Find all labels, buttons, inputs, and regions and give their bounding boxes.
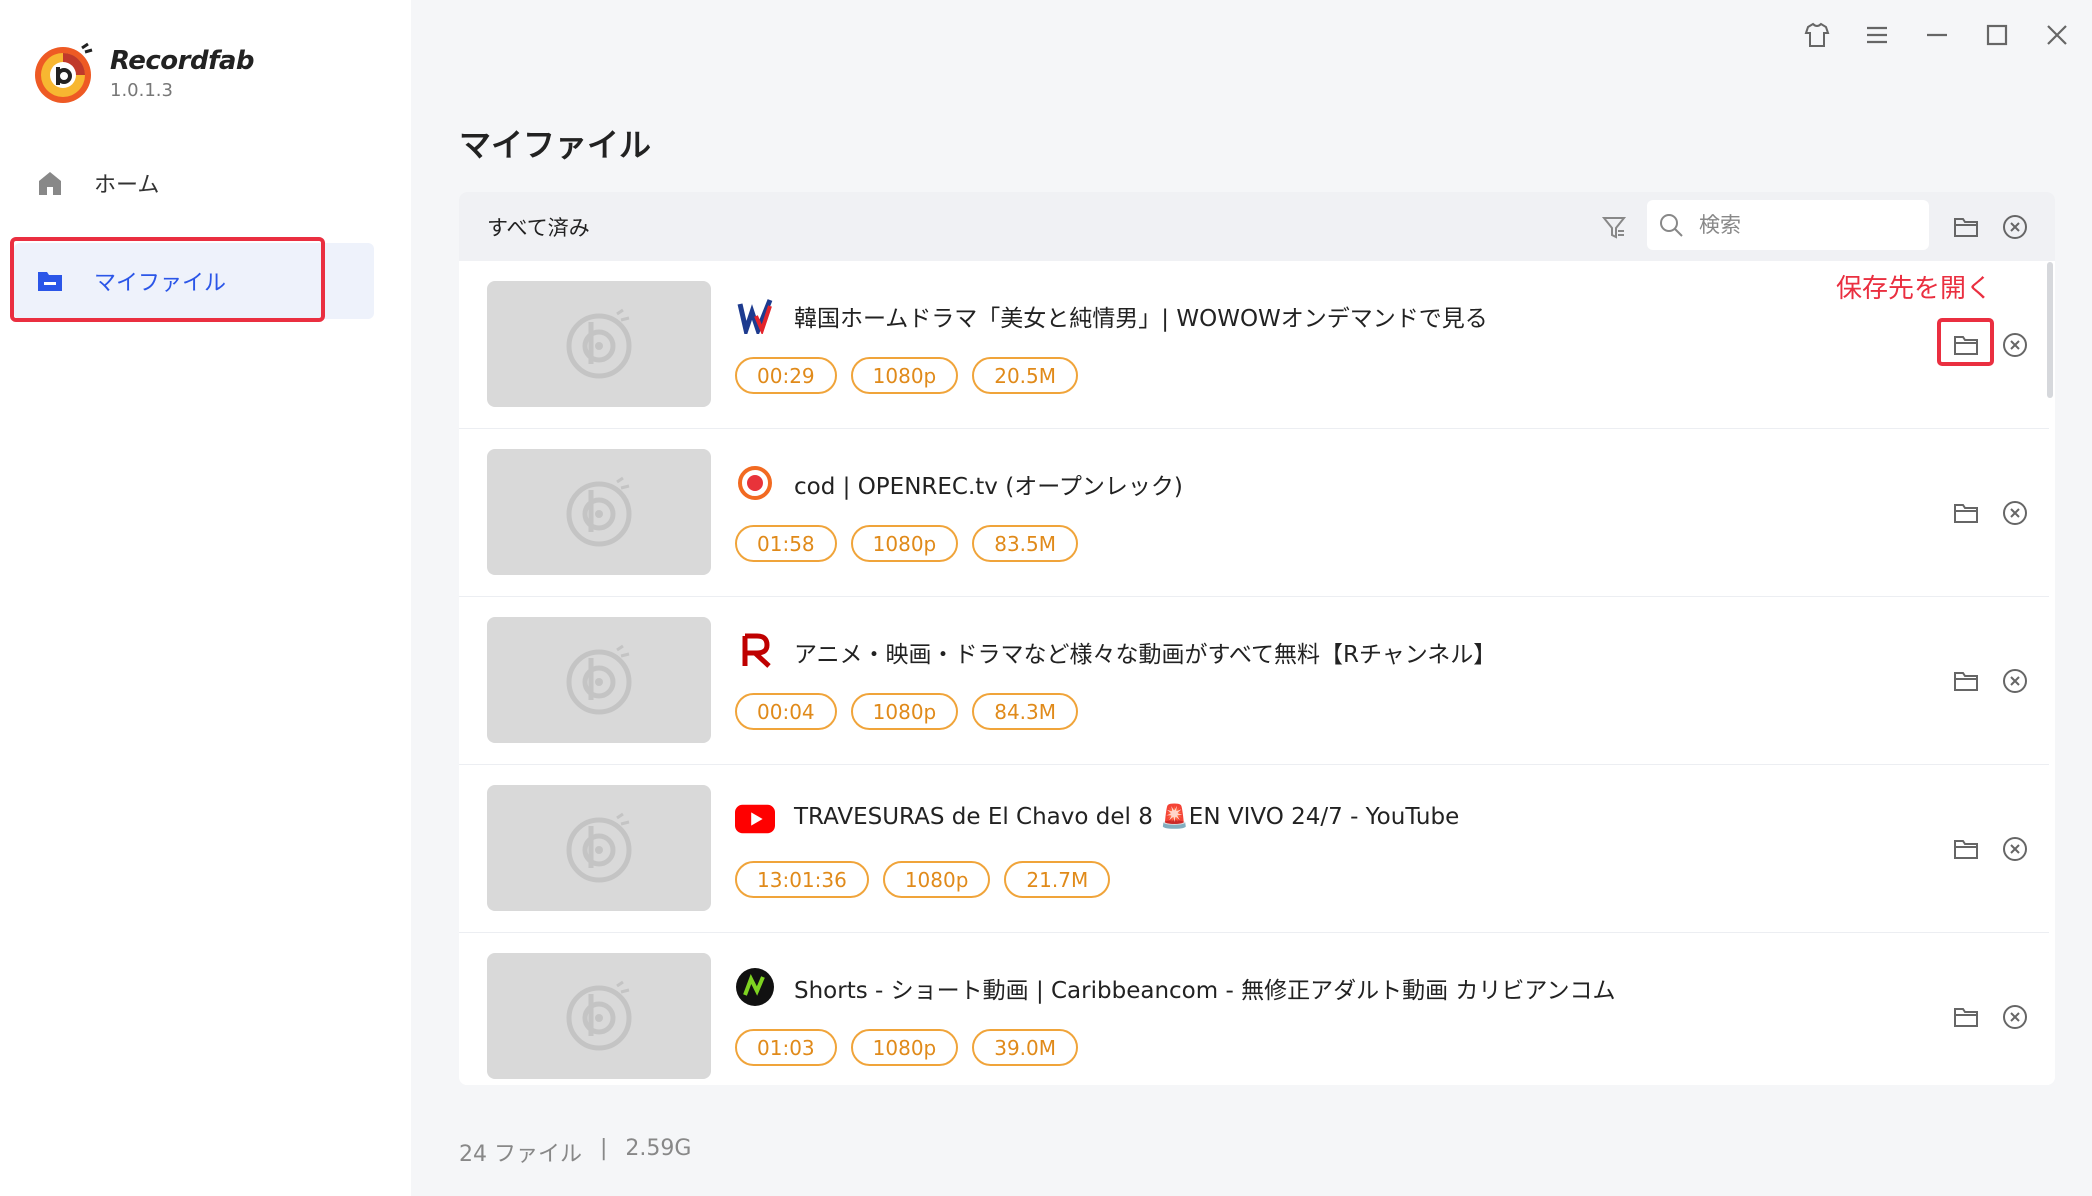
- video-title: cod | OPENREC.tv (オープンレック): [794, 474, 1183, 500]
- delete-button[interactable]: [1998, 832, 2032, 866]
- caribbeancom-icon: [735, 967, 775, 1007]
- maximize-icon[interactable]: [1980, 18, 2014, 52]
- file-list-panel: すべて済み 韓国ホームドラマ「美女: [459, 192, 2055, 1085]
- video-thumbnail: [487, 449, 711, 575]
- close-circle-icon: [2003, 333, 2027, 357]
- highlight-box: [1937, 318, 1994, 366]
- search-icon: [1660, 214, 1683, 237]
- list-item[interactable]: アニメ・映画・ドラマなど様々な動画がすべて無料【Rチャンネル】 00:04 10…: [459, 597, 2049, 765]
- close-circle-icon: [2003, 837, 2027, 861]
- clear-all-icon[interactable]: [1999, 211, 2031, 243]
- list-header: すべて済み: [459, 192, 2055, 261]
- youtube-icon: [735, 799, 775, 839]
- menu-icon[interactable]: [1860, 18, 1894, 52]
- minimize-icon[interactable]: [1920, 18, 1954, 52]
- filter-label: すべて済み: [487, 216, 590, 240]
- app-logo: Recordfab 1.0.1.3: [30, 40, 255, 106]
- delete-button[interactable]: [1998, 328, 2032, 362]
- tshirt-icon[interactable]: [1800, 18, 1834, 52]
- placeholder-disc-icon: [566, 980, 632, 1051]
- open-folder-button[interactable]: [1949, 1000, 1983, 1034]
- file-rows: 韓国ホームドラマ「美女と純情男」| WOWOWオンデマンドで見る 00:29 1…: [459, 261, 2049, 1085]
- delete-button[interactable]: [1998, 664, 2032, 698]
- video-title: TRAVESURAS de El Chavo del 8 🚨EN VIVO 24…: [794, 804, 1460, 830]
- open-folder-button[interactable]: [1949, 832, 1983, 866]
- folder-icon: [1954, 504, 1978, 523]
- size-badge: 83.5M: [972, 525, 1079, 562]
- open-folder-button[interactable]: [1949, 664, 1983, 698]
- list-item[interactable]: cod | OPENREC.tv (オープンレック) 01:58 1080p 8…: [459, 429, 2049, 597]
- resolution-badge: 1080p: [850, 525, 959, 562]
- close-circle-icon: [2003, 669, 2027, 693]
- list-item[interactable]: Shorts - ショート動画 | Caribbeancom - 無修正アダルト…: [459, 933, 2049, 1085]
- video-thumbnail: [487, 953, 711, 1079]
- separator: |: [600, 1136, 608, 1161]
- video-thumbnail: [487, 281, 711, 407]
- close-circle-icon: [2003, 501, 2027, 525]
- duration-badge: 01:58: [735, 525, 837, 562]
- placeholder-disc-icon: [566, 308, 632, 379]
- placeholder-disc-icon: [566, 812, 632, 883]
- video-title: 韓国ホームドラマ「美女と純情男」| WOWOWオンデマンドで見る: [794, 306, 1488, 332]
- resolution-badge: 1080p: [882, 861, 991, 898]
- video-title: アニメ・映画・ドラマなど様々な動画がすべて無料【Rチャンネル】: [794, 642, 1497, 668]
- duration-badge: 01:03: [735, 1029, 837, 1066]
- size-badge: 21.7M: [1004, 861, 1111, 898]
- folder-icon: [1954, 1008, 1978, 1027]
- rakuten-icon: [735, 631, 775, 671]
- size-badge: 20.5M: [972, 357, 1079, 394]
- footer-stats: 24 ファイル | 2.59G: [459, 1136, 691, 1168]
- search-input[interactable]: [1699, 213, 1919, 237]
- scrollbar[interactable]: [2047, 262, 2053, 398]
- recordfab-logo-icon: [35, 42, 93, 103]
- app-version: 1.0.1.3: [110, 79, 173, 101]
- resolution-badge: 1080p: [850, 1029, 959, 1066]
- window-controls: [1800, 18, 2074, 52]
- open-folder-button[interactable]: [1949, 496, 1983, 530]
- filter-icon[interactable]: [1599, 212, 1629, 242]
- placeholder-disc-icon: [566, 476, 632, 547]
- video-thumbnail: [487, 617, 711, 743]
- size-badge: 84.3M: [972, 693, 1079, 730]
- resolution-badge: 1080p: [850, 357, 959, 394]
- sidebar-item-label: ホーム: [94, 173, 160, 198]
- home-icon: [39, 172, 61, 195]
- highlight-box: [10, 237, 325, 322]
- duration-badge: 13:01:36: [735, 861, 869, 898]
- search-box: [1647, 200, 1929, 250]
- delete-button[interactable]: [1998, 496, 2032, 530]
- wowow-icon: [735, 295, 775, 335]
- total-size: 2.59G: [625, 1136, 692, 1161]
- list-item[interactable]: TRAVESURAS de El Chavo del 8 🚨EN VIVO 24…: [459, 765, 2049, 933]
- sidebar-item-home[interactable]: ホーム: [14, 145, 374, 221]
- duration-badge: 00:29: [735, 357, 837, 394]
- video-title: Shorts - ショート動画 | Caribbeancom - 無修正アダルト…: [794, 978, 1616, 1004]
- openrec-icon: [735, 463, 775, 503]
- close-circle-icon: [2003, 1005, 2027, 1029]
- duration-badge: 00:04: [735, 693, 837, 730]
- list-item[interactable]: 韓国ホームドラマ「美女と純情男」| WOWOWオンデマンドで見る 00:29 1…: [459, 261, 2049, 429]
- folder-icon: [1954, 840, 1978, 859]
- sidebar: Recordfab 1.0.1.3 ホーム マイファイル: [0, 0, 411, 1196]
- app-name: Recordfab: [110, 45, 255, 76]
- annotation-label: 保存先を開く: [1836, 274, 1993, 304]
- folder-icon: [1954, 672, 1978, 691]
- file-count: 24 ファイル: [459, 1142, 582, 1167]
- delete-button[interactable]: [1998, 1000, 2032, 1034]
- video-thumbnail: [487, 785, 711, 911]
- page-title: マイファイル: [459, 126, 652, 164]
- placeholder-disc-icon: [566, 644, 632, 715]
- resolution-badge: 1080p: [850, 693, 959, 730]
- size-badge: 39.0M: [972, 1029, 1079, 1066]
- close-icon[interactable]: [2040, 18, 2074, 52]
- open-folder-icon[interactable]: [1950, 211, 1982, 243]
